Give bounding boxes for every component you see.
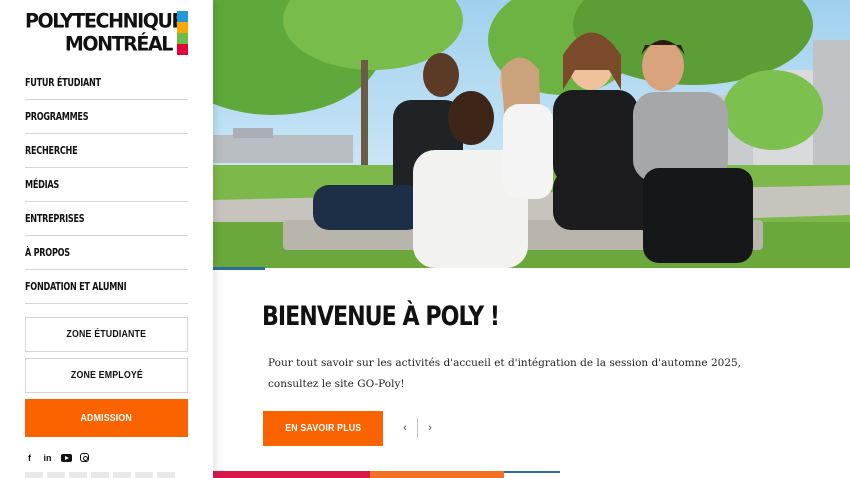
- zone-employe-button[interactable]: ZONE EMPLOYÉ: [25, 358, 188, 393]
- nav-item-label[interactable]: PROGRAMMES: [25, 100, 188, 133]
- nav-item-recherche[interactable]: RECHERCHE: [25, 134, 188, 168]
- hero-progress-bar: [213, 267, 265, 270]
- nav-item-label[interactable]: RECHERCHE: [25, 134, 188, 167]
- nav-item-label[interactable]: À PROPOS: [25, 236, 188, 269]
- logo-text-line1: POLYTECHNIQUE: [25, 9, 185, 33]
- page-title: BIENVENUE À POLY !: [262, 301, 500, 332]
- zone-employe-label: ZONE EMPLOYÉ: [70, 370, 143, 381]
- logo-color-bars: [177, 11, 188, 55]
- footer-stripe-blue: [504, 471, 560, 473]
- sidebar-footer-text: [25, 472, 175, 478]
- learn-more-button[interactable]: EN SAVOIR PLUS: [263, 411, 383, 446]
- logo-bar-red: [177, 44, 188, 55]
- admission-button[interactable]: ADMISSION: [25, 399, 188, 437]
- linkedin-icon[interactable]: in: [42, 452, 53, 463]
- hero-image: [213, 0, 850, 268]
- chevron-left-icon[interactable]: ‹: [398, 422, 412, 434]
- facebook-icon[interactable]: f: [25, 452, 34, 463]
- nav-item-label[interactable]: FONDATION ET ALUMNI: [25, 270, 188, 303]
- footer-stripe-orange: [370, 471, 504, 478]
- polytechnique-logo[interactable]: POLYTECHNIQUE MONTRÉAL: [25, 9, 188, 57]
- social-links: f in: [25, 452, 89, 463]
- logo-bar-blue: [177, 11, 188, 22]
- instagram-icon[interactable]: [80, 453, 89, 462]
- pager-divider: [417, 418, 418, 438]
- zone-etudiante-button[interactable]: ZONE ÉTUDIANTE: [25, 317, 188, 352]
- slider-pager: ‹ ›: [398, 418, 437, 438]
- nav-item-futur-etudiant[interactable]: FUTUR ÉTUDIANT: [25, 66, 188, 100]
- admission-label: ADMISSION: [80, 412, 133, 424]
- chevron-right-icon[interactable]: ›: [423, 422, 437, 434]
- zone-etudiante-label: ZONE ÉTUDIANTE: [66, 329, 147, 340]
- learn-more-label: EN SAVOIR PLUS: [284, 423, 362, 434]
- nav-item-fondation-alumni[interactable]: FONDATION ET ALUMNI: [25, 270, 188, 304]
- logo-bar-green: [177, 33, 188, 44]
- youtube-icon[interactable]: [61, 453, 72, 462]
- main-nav: FUTUR ÉTUDIANT PROGRAMMES RECHERCHE MÉDI…: [25, 66, 188, 304]
- nav-item-a-propos[interactable]: À PROPOS: [25, 236, 188, 270]
- nav-item-label[interactable]: MÉDIAS: [25, 168, 188, 201]
- nav-item-programmes[interactable]: PROGRAMMES: [25, 100, 188, 134]
- intro-line-2: consultez le site GO-Poly!: [268, 378, 405, 390]
- nav-item-medias[interactable]: MÉDIAS: [25, 168, 188, 202]
- logo-bar-yellow: [177, 22, 188, 33]
- sidebar: POLYTECHNIQUE MONTRÉAL FUTUR ÉTUDIANT PR…: [0, 0, 213, 478]
- footer-stripe-red: [213, 471, 370, 478]
- nav-item-entreprises[interactable]: ENTREPRISES: [25, 202, 188, 236]
- intro-line-1: Pour tout savoir sur les activités d'acc…: [268, 357, 742, 369]
- nav-item-label[interactable]: FUTUR ÉTUDIANT: [25, 66, 188, 99]
- intro-paragraph: Pour tout savoir sur les activités d'acc…: [268, 353, 768, 395]
- logo-text-line2: MONTRÉAL: [64, 32, 174, 56]
- nav-item-label[interactable]: ENTREPRISES: [25, 202, 188, 235]
